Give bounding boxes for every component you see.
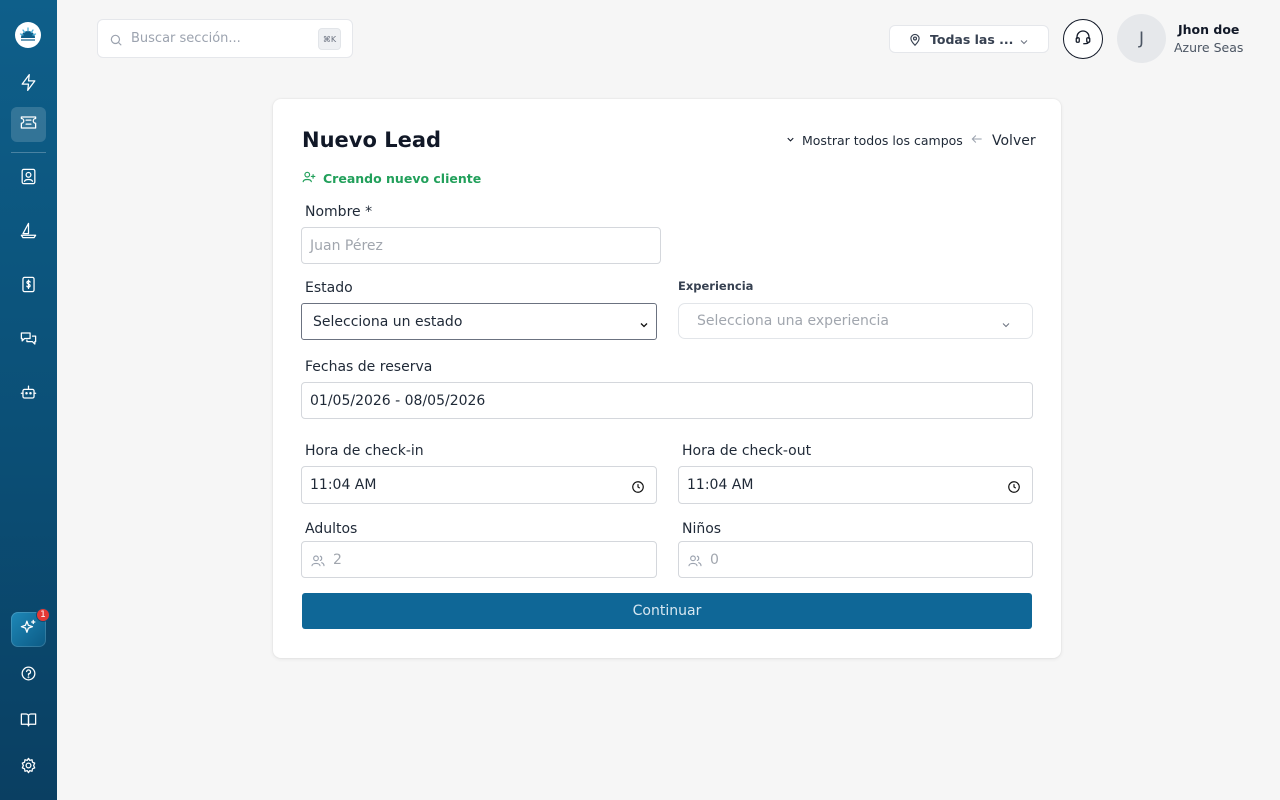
settings-icon — [19, 756, 38, 779]
sidebar-item-finance[interactable] — [11, 269, 46, 304]
checkin-time-value: 11:04 AM — [310, 477, 377, 493]
adults-label: Adultos — [305, 521, 358, 537]
state-selected-value: Selecciona un estado — [313, 314, 463, 330]
book-icon — [19, 710, 38, 733]
headset-icon — [1074, 28, 1092, 50]
sidebar-item-settings[interactable] — [11, 750, 46, 785]
user-organization: Azure Seas — [1174, 40, 1244, 55]
page-title: Nuevo Lead — [302, 128, 442, 152]
chat-icon — [19, 329, 38, 352]
checkin-time-field[interactable]: 11:04 AM — [301, 466, 657, 504]
adults-placeholder: 2 — [333, 552, 342, 568]
checkout-time-field[interactable]: 11:04 AM — [678, 466, 1033, 504]
user-plus-icon — [302, 170, 316, 187]
chevron-down-icon — [1000, 316, 1012, 328]
show-all-fields-toggle[interactable]: Mostrar todos los campos — [785, 133, 963, 148]
notification-badge: 1 — [36, 608, 50, 622]
sidebar-item-bookings[interactable] — [11, 107, 46, 142]
back-button[interactable]: Volver — [970, 132, 1036, 150]
sidebar-item-contacts[interactable] — [11, 161, 46, 196]
chevron-down-icon — [638, 316, 650, 328]
sidebar-item-bot[interactable] — [11, 377, 46, 412]
sidebar-item-boats[interactable] — [11, 215, 46, 250]
creating-client-indicator: Creando nuevo cliente — [302, 170, 481, 187]
sidebar-item-help[interactable] — [11, 658, 46, 693]
users-icon — [687, 553, 703, 569]
name-placeholder: Juan Pérez — [310, 238, 383, 254]
continue-button[interactable]: Continuar — [302, 593, 1032, 629]
section-search[interactable]: Buscar sección... ⌘K — [97, 19, 353, 58]
arrow-left-icon — [970, 132, 984, 150]
checkout-time-value: 11:04 AM — [687, 477, 754, 493]
location-label: Todas las ... — [930, 32, 1014, 47]
support-button[interactable] — [1063, 19, 1103, 59]
chevron-down-icon — [785, 133, 796, 148]
sailboat-icon — [19, 221, 38, 244]
children-label: Niños — [682, 521, 722, 537]
booking-dates-value: 01/05/2026 - 08/05/2026 — [310, 393, 486, 409]
name-label: Nombre * — [305, 204, 373, 220]
users-icon — [310, 553, 326, 569]
state-select[interactable]: Selecciona un estado — [301, 303, 657, 340]
ticket-icon — [19, 113, 38, 136]
checkin-label: Hora de check-in — [305, 443, 424, 459]
map-pin-icon — [908, 32, 922, 47]
search-placeholder: Buscar sección... — [131, 31, 241, 46]
contact-card-icon — [19, 167, 38, 190]
chevron-down-icon — [1018, 33, 1030, 45]
new-lead-card: Nuevo Lead Mostrar todos los campos Volv… — [273, 99, 1061, 658]
sunrise-logo-icon[interactable] — [15, 22, 41, 48]
avatar[interactable]: J — [1117, 14, 1166, 63]
location-selector[interactable]: Todas las ... — [889, 25, 1049, 53]
sidebar: 1 — [0, 0, 57, 800]
sidebar-item-activity[interactable] — [11, 67, 46, 102]
clock-icon[interactable] — [1007, 479, 1021, 493]
experience-select[interactable]: Selecciona una experiencia — [678, 303, 1033, 339]
experience-label: Experiencia — [678, 279, 754, 293]
name-field[interactable]: Juan Pérez — [301, 227, 661, 264]
children-field[interactable]: 0 — [678, 541, 1033, 578]
state-label: Estado — [305, 280, 353, 296]
robot-icon — [19, 383, 38, 406]
dates-label: Fechas de reserva — [305, 359, 433, 375]
user-name: Jhon doe — [1178, 22, 1240, 37]
search-icon — [109, 32, 123, 46]
shortcut-hint: ⌘K — [318, 28, 341, 50]
sparkles-icon — [19, 618, 38, 641]
sidebar-item-messages[interactable] — [11, 323, 46, 358]
sidebar-item-docs[interactable] — [11, 704, 46, 739]
creating-client-label: Creando nuevo cliente — [323, 171, 482, 186]
sidebar-divider — [11, 152, 46, 153]
help-circle-icon — [19, 664, 38, 687]
clock-icon[interactable] — [631, 479, 645, 493]
dollar-receipt-icon — [19, 275, 38, 298]
children-placeholder: 0 — [710, 552, 719, 568]
adults-field[interactable]: 2 — [301, 541, 657, 578]
back-label: Volver — [992, 133, 1036, 149]
checkout-label: Hora de check-out — [682, 443, 812, 459]
show-all-fields-label: Mostrar todos los campos — [802, 133, 963, 148]
experience-placeholder: Selecciona una experiencia — [697, 313, 889, 329]
bolt-icon — [19, 73, 38, 96]
booking-dates-field[interactable]: 01/05/2026 - 08/05/2026 — [301, 382, 1033, 419]
